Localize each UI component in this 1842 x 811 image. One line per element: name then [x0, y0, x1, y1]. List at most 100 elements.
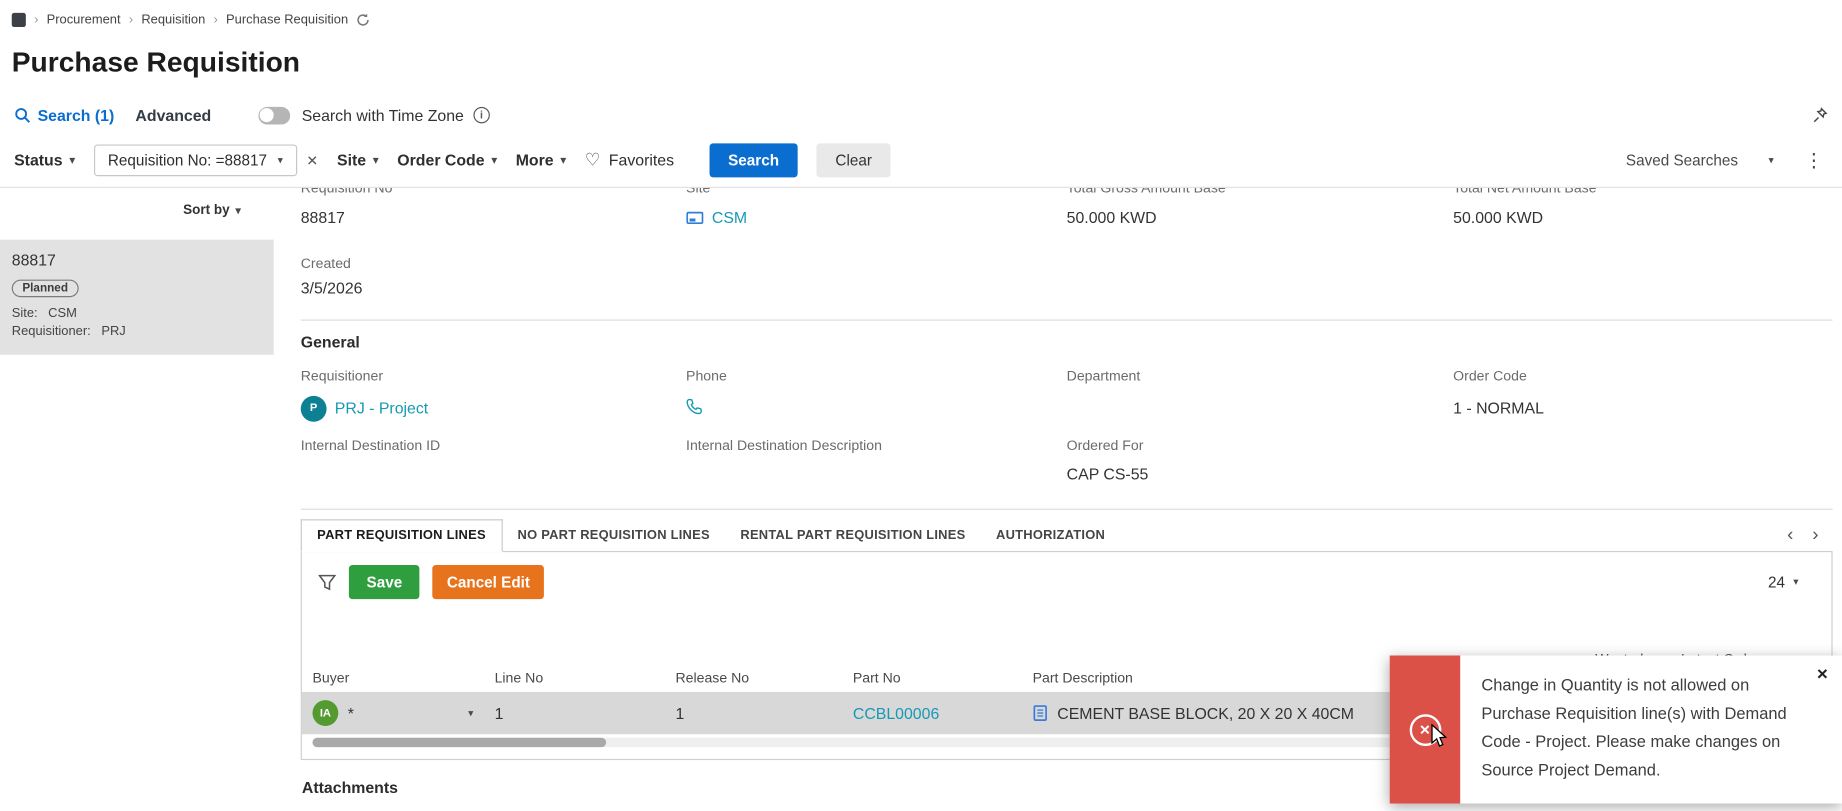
caret-down-icon: ▾ — [468, 706, 474, 719]
result-requisitioner: Requisitioner: PRJ — [11, 324, 126, 339]
part-no-cell: CCBL00006 — [853, 704, 1033, 722]
site-icon — [686, 211, 704, 225]
breadcrumb-purchase-requisition[interactable]: Purchase Requisition — [226, 13, 348, 27]
caret-down-icon: ▾ — [277, 153, 283, 166]
buyer-avatar: IA — [312, 700, 339, 726]
col-release-no: Release No — [675, 669, 750, 687]
caret-down-icon: ▾ — [235, 203, 241, 216]
tabs-scroll-right-icon[interactable]: › — [1812, 525, 1818, 545]
search-toggle-label: Search (1) — [37, 106, 115, 124]
general-section: General Requisitioner Phone Department O… — [300, 321, 1833, 485]
sort-by-dropdown[interactable]: Sort by ▾ — [0, 197, 278, 223]
saved-searches-dropdown[interactable]: Saved Searches ▾ — [1626, 152, 1774, 170]
refresh-icon[interactable] — [356, 13, 370, 27]
status-dropdown[interactable]: Status ▾ — [14, 152, 75, 170]
page-size-value: 24 — [1767, 573, 1785, 591]
internal-destination-id-value — [301, 464, 686, 485]
search-toggle-button[interactable]: Search (1) — [14, 106, 114, 124]
timezone-toggle[interactable] — [258, 106, 290, 124]
toggle-knob — [259, 108, 275, 123]
status-badge: Planned — [11, 279, 79, 298]
status-dropdown-label: Status — [14, 151, 63, 170]
tab-no-part-requisition-lines[interactable]: NO PART REQUISITION LINES — [502, 519, 725, 551]
order-code-value: 1 - NORMAL — [1453, 399, 1544, 418]
cancel-edit-button[interactable]: Cancel Edit — [432, 565, 545, 600]
tab-rental-part-requisition-lines[interactable]: RENTAL PART REQUISITION LINES — [725, 519, 981, 551]
internal-destination-id-label: Internal Destination ID — [300, 437, 441, 454]
page-size-dropdown[interactable]: 24 ▾ — [1768, 573, 1815, 591]
pin-icon[interactable] — [1813, 107, 1828, 123]
favorites-button[interactable]: ♡ Favorites — [585, 152, 674, 170]
gross-amount-value: 50.000 KWD — [1066, 209, 1157, 227]
requisitioner-avatar: P — [300, 395, 327, 422]
caret-down-icon: ▾ — [560, 153, 566, 166]
toast-close-icon[interactable]: × — [1817, 665, 1828, 685]
remove-filter-icon[interactable]: ✕ — [306, 152, 318, 168]
filter-icon[interactable] — [318, 574, 336, 590]
result-site: Site: CSM — [11, 306, 77, 321]
requisition-no-value: 88817 — [300, 209, 345, 227]
heart-icon: ♡ — [584, 150, 601, 171]
ordered-for-label: Ordered For — [1066, 437, 1144, 454]
created-label: Created — [300, 254, 351, 272]
favorites-label: Favorites — [608, 151, 675, 170]
ordered-for-value: CAP CS-55 — [1066, 465, 1149, 483]
requisition-no-label: Requisition No — [300, 187, 393, 197]
breadcrumb: › Procurement › Requisition › Purchase R… — [0, 0, 1842, 40]
created-value: 3/5/2026 — [300, 279, 363, 298]
caret-down-icon: ▾ — [69, 153, 75, 166]
more-dropdown-label: More — [515, 151, 554, 170]
department-label: Department — [1066, 367, 1141, 385]
caret-down-icon: ▾ — [1793, 575, 1799, 588]
filter-bar: Status ▾ Requisition No: =88817 ▾ ✕ Site… — [0, 134, 1842, 188]
clear-button[interactable]: Clear — [816, 143, 891, 178]
site-link[interactable]: CSM — [712, 208, 747, 229]
site-dropdown[interactable]: Site ▾ — [337, 152, 378, 170]
search-bar: Search (1) Advanced Search with Time Zon… — [0, 96, 1842, 134]
order-code-dropdown[interactable]: Order Code ▾ — [397, 152, 497, 170]
advanced-search-link[interactable]: Advanced — [135, 106, 211, 124]
saved-searches-label: Saved Searches — [1625, 151, 1738, 170]
kebab-menu-icon[interactable]: ⋮ — [1800, 149, 1828, 172]
more-filters-dropdown[interactable]: More ▾ — [516, 152, 566, 170]
col-part-no: Part No — [852, 669, 901, 687]
caret-down-icon: ▾ — [1768, 153, 1774, 166]
gross-amount-label: Total Gross Amount Base — [1066, 187, 1226, 197]
col-buyer: Buyer — [312, 669, 350, 687]
info-icon[interactable]: i — [473, 106, 490, 124]
caret-down-icon: ▾ — [491, 153, 497, 166]
app-window: › Procurement › Requisition › Purchase R… — [0, 0, 1842, 811]
net-amount-label: Total Net Amount Base — [1453, 187, 1597, 197]
result-id: 88817 — [11, 251, 56, 270]
error-toast: × × Change in Quantity is not allowed on… — [1389, 655, 1842, 804]
tab-part-requisition-lines[interactable]: PART REQUISITION LINES — [300, 519, 503, 553]
phone-icon — [686, 398, 703, 414]
scrollbar-thumb[interactable] — [312, 737, 607, 748]
list-item[interactable]: 88817 Planned Site: CSM Requisitioner: PRJ — [0, 239, 274, 355]
phone-label: Phone — [686, 367, 727, 385]
breadcrumb-procurement[interactable]: Procurement — [47, 13, 121, 27]
tabs-scroll-left-icon[interactable]: ‹ — [1787, 525, 1793, 545]
release-no-cell[interactable]: 1 — [675, 704, 852, 722]
order-code-label: Order Code — [1453, 367, 1527, 385]
search-button[interactable]: Search — [709, 143, 798, 178]
requisition-no-filter-chip[interactable]: Requisition No: =88817 ▾ — [93, 144, 298, 177]
line-no-cell[interactable]: 1 — [495, 704, 676, 722]
chevron-right-icon: › — [128, 12, 134, 28]
site-label: Site — [686, 187, 711, 197]
requisitioner-link[interactable]: PRJ - Project — [335, 398, 428, 419]
sort-by-label: Sort by — [183, 203, 230, 218]
buyer-dropdown[interactable]: IA * ▾ — [312, 700, 494, 726]
order-code-dropdown-label: Order Code — [397, 151, 485, 170]
part-no-link[interactable]: CCBL00006 — [853, 704, 939, 722]
app-icon[interactable] — [11, 12, 26, 28]
chevron-right-icon: › — [213, 12, 218, 28]
tab-authorization[interactable]: AUTHORIZATION — [981, 519, 1121, 551]
save-button[interactable]: Save — [348, 565, 420, 600]
filter-chip-label: Requisition No: =88817 — [107, 151, 268, 170]
divider — [300, 508, 1833, 510]
chevron-right-icon: › — [34, 12, 39, 28]
timezone-toggle-label: Search with Time Zone — [301, 106, 464, 124]
breadcrumb-requisition[interactable]: Requisition — [141, 13, 205, 27]
internal-destination-description-label: Internal Destination Description — [686, 437, 882, 454]
